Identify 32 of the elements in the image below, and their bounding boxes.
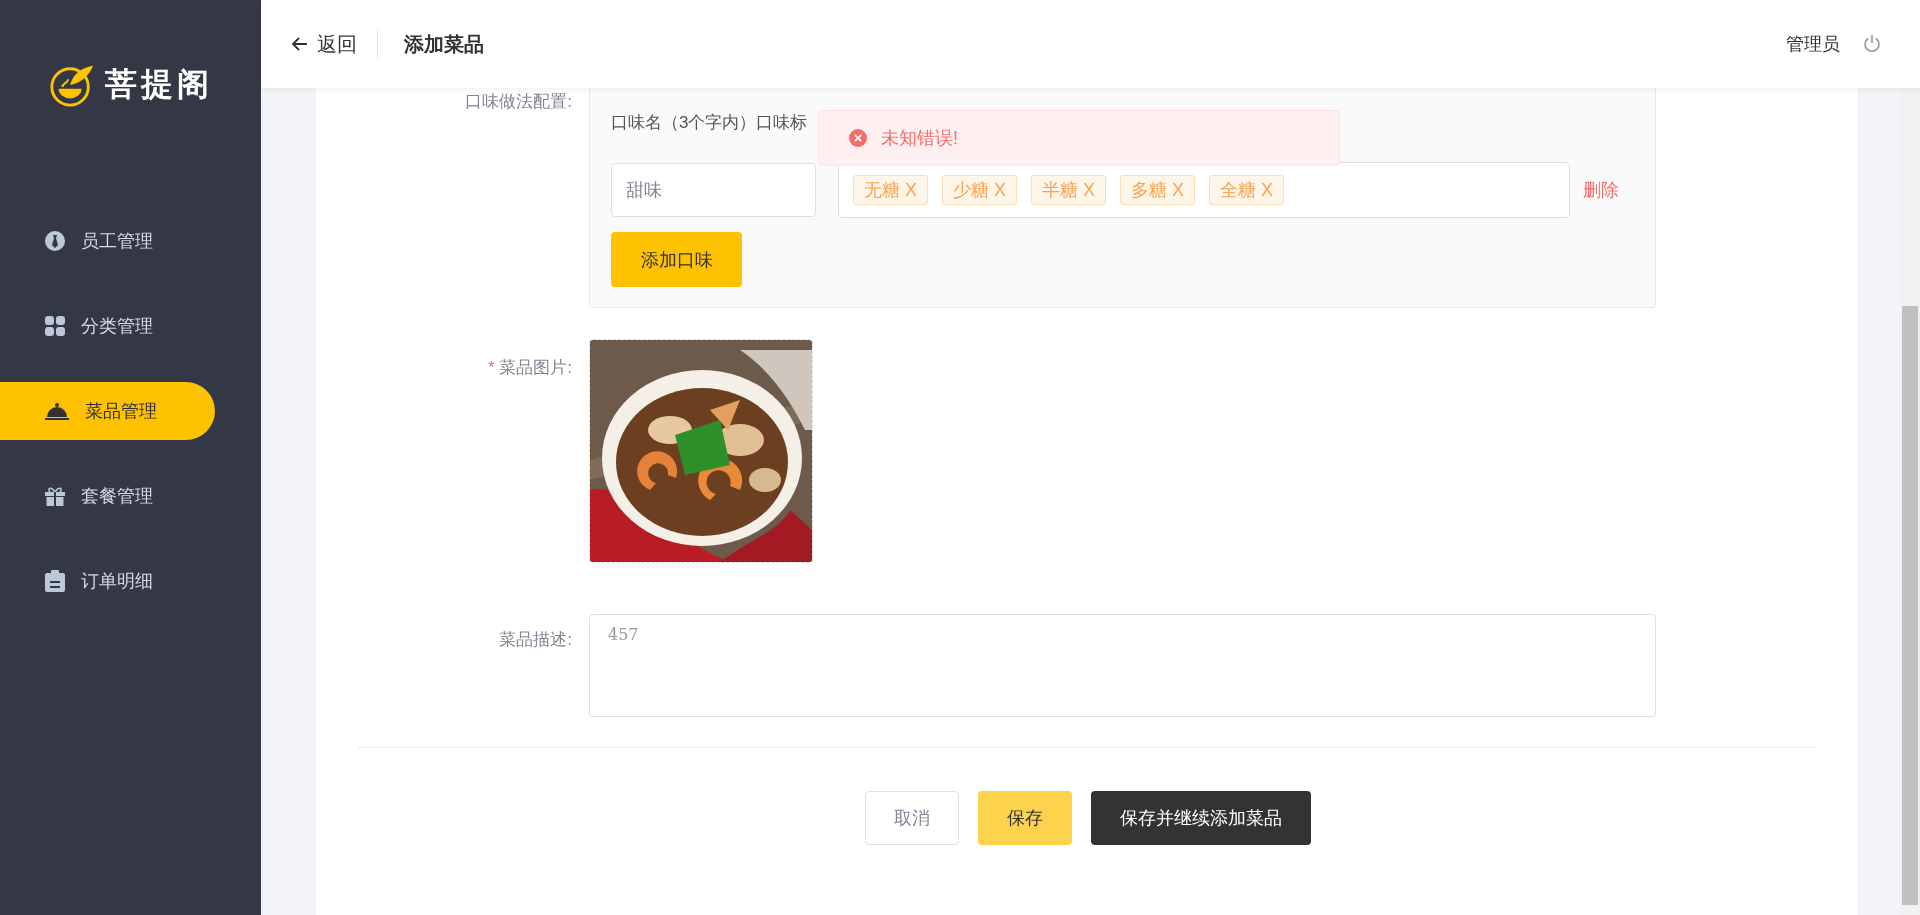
sidebar-item[interactable]: 员工管理 (0, 212, 215, 270)
sidebar-item[interactable]: 分类管理 (0, 297, 215, 355)
clipboard-icon (45, 570, 65, 592)
logo-text: 菩提阁 (104, 65, 213, 104)
add-flavor-button[interactable]: 添加口味 (611, 232, 742, 287)
field-label: * 菜品图片: (486, 357, 573, 379)
back-button[interactable]: 返回 (291, 30, 357, 58)
page-title: 添加菜品 (404, 31, 484, 57)
arrow-left-icon (291, 35, 309, 53)
error-icon (849, 129, 867, 147)
cancel-button[interactable]: 取消 (864, 791, 959, 845)
field-label: 口味做法配置: (464, 91, 573, 113)
user-name: 管理员 (1786, 33, 1840, 56)
scrollbar[interactable] (1900, 88, 1920, 915)
toast-message: 未知错误! (881, 127, 958, 150)
flavor-hint: 口味名（3个字内）口味标 (611, 112, 809, 134)
grid-icon (45, 316, 65, 336)
flavor-name-field[interactable]: 甜味 (611, 163, 816, 217)
sidebar-item[interactable]: 订单明细 (0, 552, 215, 610)
tie-icon (45, 231, 65, 251)
save-button[interactable]: 保存 (977, 791, 1072, 845)
scrollbar-thumb[interactable] (1902, 306, 1918, 905)
gift-icon (45, 486, 65, 506)
field-label: 菜品描述: (498, 629, 573, 651)
delete-link[interactable]: 删除 (1583, 178, 1619, 202)
power-icon[interactable] (1862, 34, 1882, 54)
required-mark: * (487, 358, 495, 377)
sidebar-item[interactable]: 套餐管理 (0, 467, 215, 525)
cloche-icon (45, 401, 69, 421)
save-button[interactable]: 保存并继续添加菜品 (1090, 791, 1311, 845)
description-field[interactable]: 457 (589, 614, 1656, 717)
sidebar-item[interactable]: 菜品管理 (0, 382, 215, 440)
